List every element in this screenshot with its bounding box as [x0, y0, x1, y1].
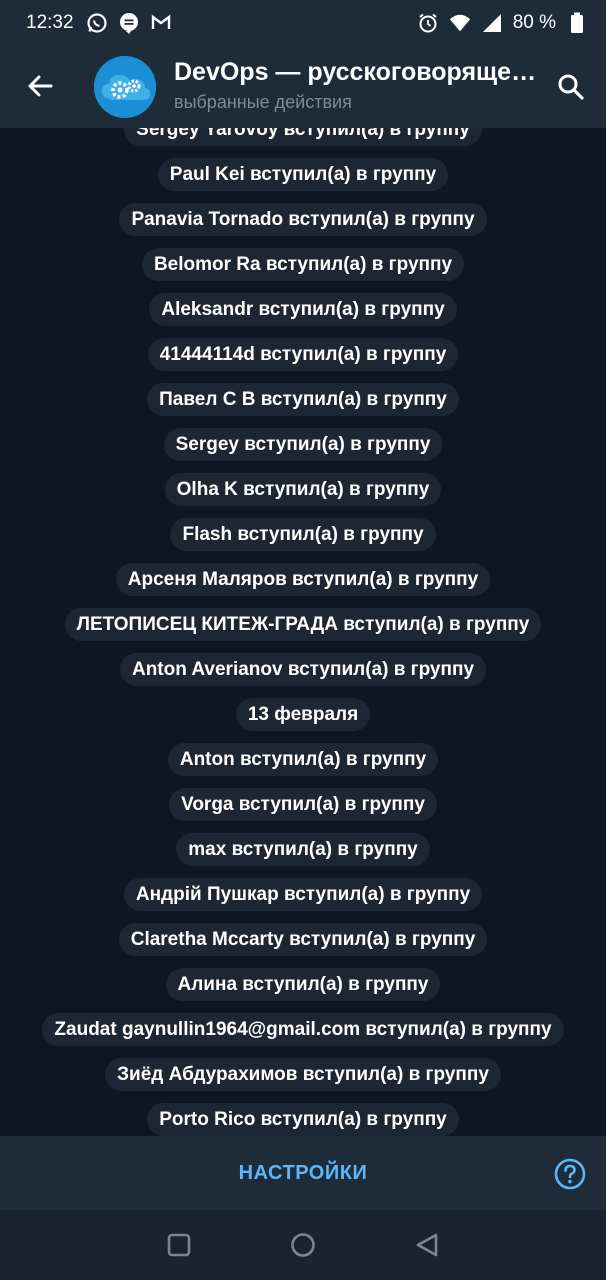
service-message-text: 41444114d вступил(а) в группу [147, 338, 459, 371]
service-message: Panavia Tornado вступил(а) в группу [0, 197, 606, 242]
service-message: Flash вступил(а) в группу [0, 512, 606, 557]
service-message-text: Anton вступил(а) в группу [167, 743, 439, 776]
service-message-text: Vorga вступил(а) в группу [169, 788, 437, 821]
service-message-text: Panavia Tornado вступил(а) в группу [119, 203, 487, 236]
chat-bubble-icon [118, 12, 140, 34]
service-message: ЛЕТОПИСЕЦ КИТЕЖ-ГРАДА вступил(а) в групп… [0, 602, 606, 647]
service-message-text: Зиёд Абдурахимов вступил(а) в группу [105, 1058, 501, 1091]
service-message-text: Sergey Yarovoy вступил(а) в группу [124, 128, 482, 146]
recents-button[interactable] [166, 1232, 192, 1258]
back-button[interactable] [20, 68, 60, 108]
service-message-text: Porto Rico вступил(а) в группу [147, 1103, 459, 1136]
service-message: Арсеня Маляров вступил(а) в группу [0, 557, 606, 602]
service-message-text: max вступил(а) в группу [176, 833, 430, 866]
back-arrow-icon [26, 72, 54, 105]
service-message: Алина вступил(а) в группу [0, 962, 606, 1007]
service-message-text: Алина вступил(а) в группу [165, 968, 441, 1001]
message-list-container: Sergey Yarovoy вступил(а) в группу Paul K… [0, 128, 606, 1136]
service-message: Claretha Mccarty вступил(а) в группу [0, 917, 606, 962]
service-message-text: Paul Kei вступил(а) в группу [157, 158, 449, 191]
service-message: Porto Rico вступил(а) в группу [0, 1097, 606, 1136]
date-separator: 13 февраля [0, 692, 606, 737]
service-message-text: Павел С В вступил(а) в группу [147, 383, 459, 416]
settings-button[interactable]: НАСТРОЙКИ [0, 1136, 606, 1210]
service-message-text: Арсеня Маляров вступил(а) в группу [115, 563, 491, 596]
battery-percent: 80 % [512, 12, 556, 33]
chat-header: DevOps — русскоговорящее сообщество выбр… [0, 46, 606, 128]
service-message: Зиёд Абдурахимов вступил(а) в группу [0, 1052, 606, 1097]
admin-log-list[interactable]: Sergey Yarovoy вступил(а) в группу Paul K… [0, 128, 606, 1136]
service-message-text: Anton Averianov вступил(а) в группу [119, 653, 487, 686]
help-button[interactable] [554, 1158, 586, 1190]
service-message: max вступил(а) в группу [0, 827, 606, 872]
service-message: Olha K вступил(а) в группу [0, 467, 606, 512]
service-message: Vorga вступил(а) в группу [0, 782, 606, 827]
service-message: Belomor Ra вступил(а) в группу [0, 242, 606, 287]
service-message: Anton Averianov вступил(а) в группу [0, 647, 606, 692]
notification-icons [86, 12, 172, 34]
status-time: 12:32 [26, 12, 74, 33]
bottom-action-bar: НАСТРОЙКИ [0, 1136, 606, 1210]
chat-subtitle: выбранные действия [174, 92, 352, 112]
chat-title[interactable]: DevOps — русскоговорящее сообщество [174, 58, 544, 87]
service-message: Sergey вступил(а) в группу [0, 422, 606, 467]
service-message-text: Claretha Mccarty вступил(а) в группу [118, 923, 488, 956]
search-icon [557, 73, 585, 106]
back-nav-button[interactable] [414, 1232, 440, 1258]
service-message-text: Aleksandr вступил(а) в группу [149, 293, 457, 326]
service-message-text: Sergey вступил(а) в группу [163, 428, 443, 461]
status-bar: 12:32 80 % [0, 0, 606, 46]
alarm-icon [417, 12, 439, 34]
service-message: Paul Kei вступил(а) в группу [0, 152, 606, 197]
battery-icon [566, 12, 588, 34]
signal-icon [481, 12, 503, 34]
service-message: Андрій Пушкар вступил(а) в группу [0, 872, 606, 917]
service-message: Sergey Yarovoy вступил(а) в группу [0, 128, 606, 152]
home-button[interactable] [290, 1232, 316, 1258]
service-message-text: Андрій Пушкар вступил(а) в группу [123, 878, 483, 911]
triangle-back-icon [416, 1233, 438, 1257]
group-avatar[interactable] [94, 56, 156, 118]
date-label: 13 февраля [235, 698, 371, 731]
whatsapp-icon [86, 12, 108, 34]
gmail-icon [150, 12, 172, 34]
system-icons: 80 % [417, 0, 588, 46]
service-message-text: ЛЕТОПИСЕЦ КИТЕЖ-ГРАДА вступил(а) в групп… [64, 608, 542, 641]
wifi-icon [449, 12, 471, 34]
service-message: 41444114d вступил(а) в группу [0, 332, 606, 377]
circle-icon [291, 1233, 315, 1257]
service-message: Aleksandr вступил(а) в группу [0, 287, 606, 332]
system-navigation-bar [0, 1210, 606, 1280]
gears-cloud-icon [94, 56, 156, 118]
square-icon [167, 1233, 191, 1257]
service-message-text: Flash вступил(а) в группу [170, 518, 436, 551]
service-message-text: Zaudat gaynullin1964@gmail.com вступил(а… [42, 1013, 564, 1046]
service-message-text: Olha K вступил(а) в группу [164, 473, 442, 506]
service-message: Павел С В вступил(а) в группу [0, 377, 606, 422]
service-message: Zaudat gaynullin1964@gmail.com вступил(а… [0, 1007, 606, 1052]
help-icon [554, 1158, 586, 1190]
service-message: Anton вступил(а) в группу [0, 737, 606, 782]
service-message-text: Belomor Ra вступил(а) в группу [141, 248, 465, 281]
search-button[interactable] [552, 70, 590, 108]
